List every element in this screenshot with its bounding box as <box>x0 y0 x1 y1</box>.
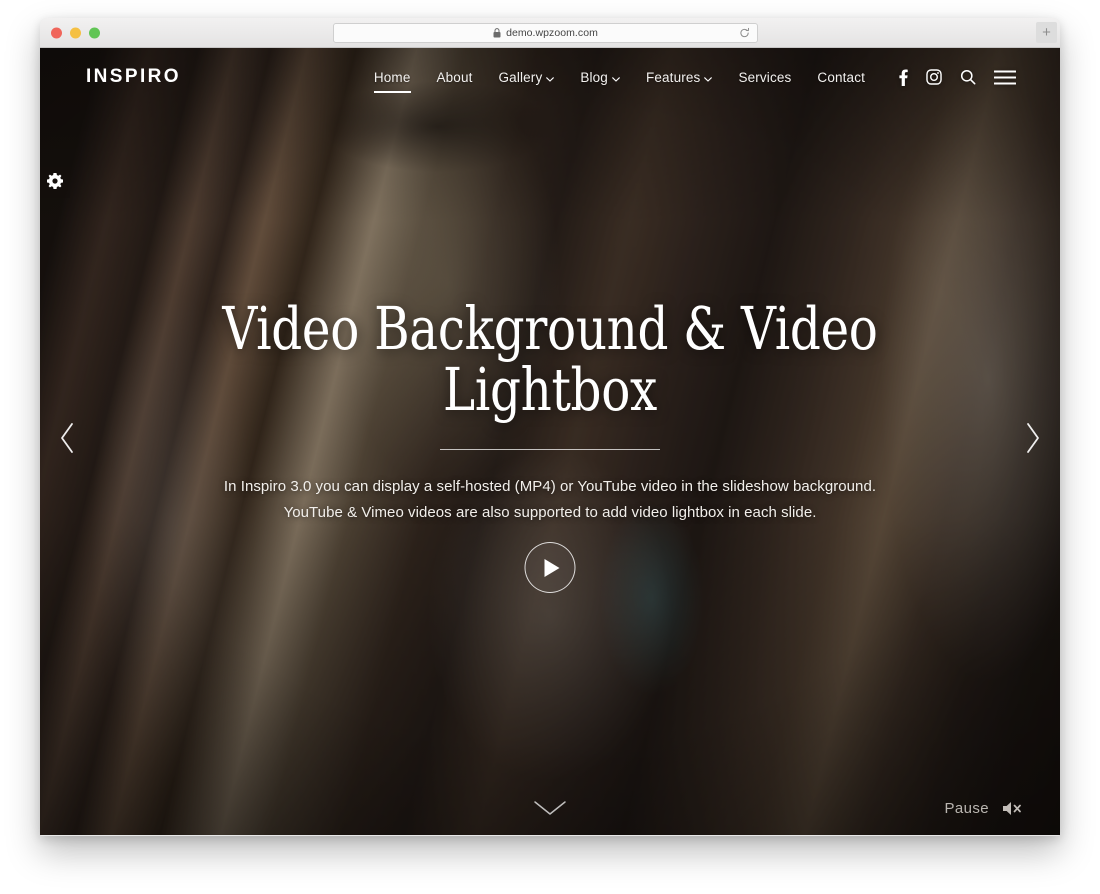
nav-label-about: About <box>436 69 473 85</box>
slide-title: Video Background & Video Lightbox <box>222 294 878 425</box>
chevron-down-icon <box>533 800 567 821</box>
chevron-right-icon <box>1024 422 1042 459</box>
browser-toolbar: demo.wpzoom.com + <box>40 18 1060 48</box>
nav-item-blog[interactable]: Blog <box>580 69 620 85</box>
maximize-window-button[interactable] <box>89 27 100 38</box>
slider-next-button[interactable] <box>1013 420 1053 460</box>
nav-item-contact[interactable]: Contact <box>817 70 865 85</box>
gear-icon <box>47 172 63 194</box>
nav-label-gallery: Gallery <box>498 69 543 85</box>
play-icon <box>544 558 560 577</box>
reload-icon[interactable] <box>739 27 750 39</box>
page-viewport: INSPIRO Home About Gallery Blog Features… <box>40 48 1060 835</box>
chevron-left-icon <box>58 422 76 459</box>
pause-button[interactable]: Pause <box>944 800 989 817</box>
speaker-muted-icon[interactable] <box>1002 800 1024 817</box>
slider-prev-button[interactable] <box>47 420 87 460</box>
scroll-down-button[interactable] <box>529 798 571 822</box>
nav-label-contact: Contact <box>817 69 865 85</box>
hamburger-menu-icon[interactable] <box>994 70 1016 85</box>
lock-icon <box>493 28 501 38</box>
title-divider <box>440 448 660 450</box>
nav-label-services: Services <box>738 69 792 85</box>
slide-description-line1: In Inspiro 3.0 you can display a self-ho… <box>223 477 877 495</box>
site-header: INSPIRO Home About Gallery Blog Features… <box>40 48 1060 106</box>
chevron-down-icon <box>612 70 620 85</box>
nav-label-home: Home <box>373 69 411 85</box>
play-video-button[interactable] <box>524 542 576 593</box>
minimize-window-button[interactable] <box>70 27 81 38</box>
instagram-icon[interactable] <box>926 69 942 85</box>
media-controls: Pause <box>944 800 1024 817</box>
theme-settings-button[interactable] <box>40 168 70 198</box>
slide-description-line2: YouTube & Vimeo videos are also supporte… <box>283 503 817 521</box>
nav-label-features: Features <box>645 69 701 85</box>
search-icon[interactable] <box>960 69 976 85</box>
new-tab-button[interactable]: + <box>1036 22 1057 43</box>
window-traffic-lights <box>51 27 100 38</box>
nav-item-about[interactable]: About <box>437 70 473 85</box>
chevron-down-icon <box>546 70 555 85</box>
header-icon-group <box>899 68 1016 86</box>
close-window-button[interactable] <box>51 27 62 38</box>
browser-window: demo.wpzoom.com + INSPIRO Home About Gal… <box>40 18 1060 836</box>
main-navigation: Home About Gallery Blog Features Service… <box>373 68 1016 93</box>
address-bar[interactable]: demo.wpzoom.com <box>333 23 758 43</box>
nav-item-gallery[interactable]: Gallery <box>499 69 555 85</box>
nav-item-services[interactable]: Services <box>738 70 791 85</box>
nav-item-features[interactable]: Features <box>645 69 713 85</box>
url-text: demo.wpzoom.com <box>506 27 598 39</box>
slide-content: Video Background & Video Lightbox In Ins… <box>40 298 1060 525</box>
chevron-down-icon <box>704 70 713 85</box>
nav-item-home[interactable]: Home <box>373 69 411 93</box>
facebook-icon[interactable] <box>899 68 908 86</box>
nav-label-blog: Blog <box>580 69 608 85</box>
site-logo[interactable]: INSPIRO <box>86 66 181 88</box>
